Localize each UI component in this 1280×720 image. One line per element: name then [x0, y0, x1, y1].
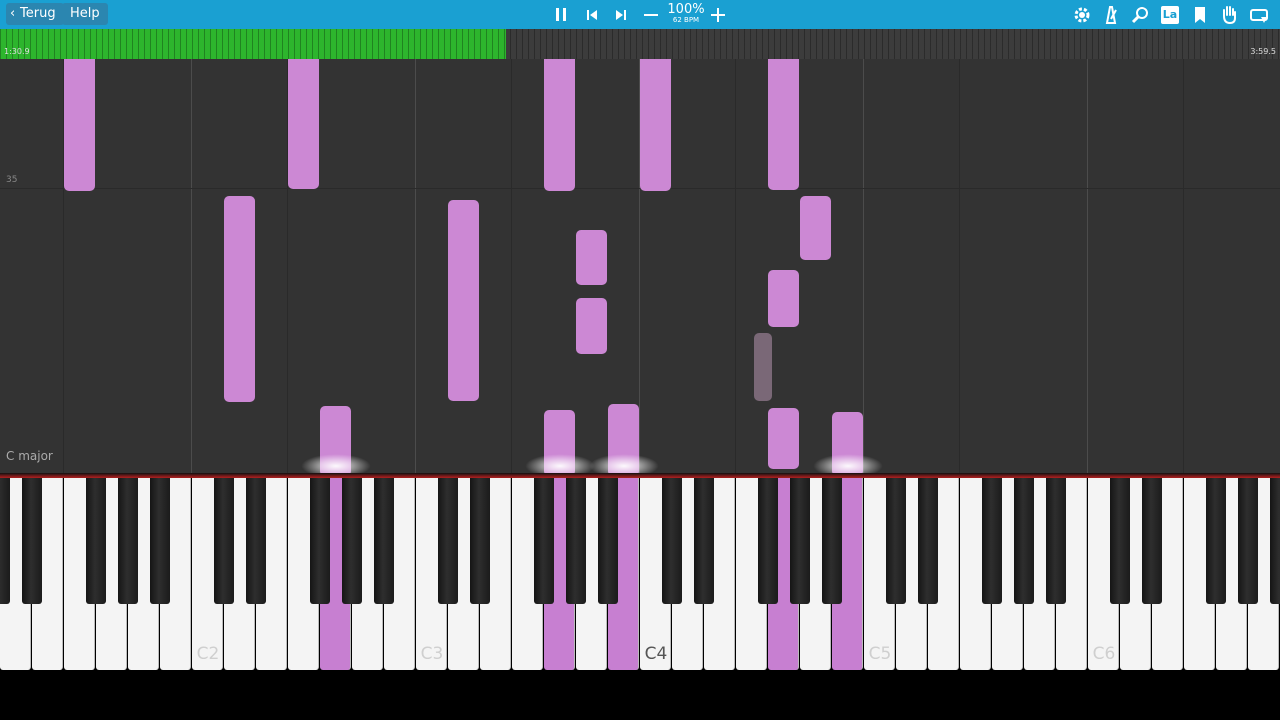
- black-key[interactable]: [662, 478, 682, 604]
- black-key[interactable]: [1110, 478, 1130, 604]
- black-key[interactable]: [982, 478, 1002, 604]
- black-key[interactable]: [86, 478, 106, 604]
- grid-line: [863, 59, 864, 473]
- help-button[interactable]: Help: [62, 3, 108, 25]
- black-key[interactable]: [438, 478, 458, 604]
- hand-icon[interactable]: [1218, 4, 1240, 26]
- key-signature: C major: [6, 449, 53, 463]
- progress-ticks: [0, 29, 1280, 59]
- skip-forward-icon[interactable]: [610, 4, 632, 26]
- grid-line: [191, 59, 192, 473]
- black-key[interactable]: [566, 478, 586, 604]
- falling-note: [448, 200, 479, 401]
- octave-label: C5: [868, 644, 892, 664]
- note-glow: [589, 454, 659, 473]
- falling-note: [768, 408, 799, 469]
- black-key[interactable]: [310, 478, 330, 604]
- note-glow: [301, 454, 371, 473]
- black-key[interactable]: [1142, 478, 1162, 604]
- falling-note: [224, 196, 255, 402]
- grid-line: [1087, 59, 1088, 473]
- black-key[interactable]: [374, 478, 394, 604]
- black-key[interactable]: [1046, 478, 1066, 604]
- total-time: 3:59.5: [1250, 47, 1276, 56]
- note-glow: [525, 454, 595, 473]
- magnifier-icon[interactable]: [1129, 4, 1151, 26]
- black-key[interactable]: [1014, 478, 1034, 604]
- tempo-percent: 100%: [667, 2, 705, 17]
- black-key[interactable]: [0, 478, 10, 604]
- black-key[interactable]: [918, 478, 938, 604]
- measure-number: 35: [6, 175, 18, 185]
- black-key[interactable]: [758, 478, 778, 604]
- black-key[interactable]: [598, 478, 618, 604]
- falling-note: [288, 59, 319, 189]
- falling-note: [544, 59, 575, 191]
- tempo-bpm: 62 BPM: [672, 16, 700, 24]
- falling-note: [768, 270, 799, 327]
- label-icon[interactable]: La: [1159, 4, 1181, 26]
- black-key[interactable]: [246, 478, 266, 604]
- black-key[interactable]: [1238, 478, 1258, 604]
- falling-note: [64, 59, 95, 191]
- falling-note: [576, 298, 607, 354]
- grid-line: [511, 59, 512, 473]
- back-label: Terug: [20, 6, 56, 21]
- black-key[interactable]: [1206, 478, 1226, 604]
- minus-icon[interactable]: [640, 4, 662, 26]
- current-time: 1:30.9: [4, 47, 30, 56]
- loop-icon[interactable]: [1248, 4, 1270, 26]
- black-key[interactable]: [150, 478, 170, 604]
- plus-icon[interactable]: [707, 4, 729, 26]
- octave-label: C2: [196, 644, 220, 664]
- back-button[interactable]: ‹ Terug: [6, 3, 64, 25]
- black-key[interactable]: [1270, 478, 1280, 604]
- bookmark-icon[interactable]: [1189, 4, 1211, 26]
- grid-line: [735, 59, 736, 473]
- black-key[interactable]: [790, 478, 810, 604]
- falling-note: [576, 230, 607, 285]
- grid-line: [1183, 59, 1184, 473]
- octave-label: C6: [1092, 644, 1116, 664]
- black-key[interactable]: [214, 478, 234, 604]
- falling-note: [800, 196, 831, 260]
- label-icon-text: La: [1162, 8, 1178, 21]
- chevron-left-icon: ‹: [10, 6, 16, 21]
- toolbar: ‹ Terug Help 100% 62 BPM La: [0, 0, 1280, 29]
- grid-line: [959, 59, 960, 473]
- bottom-bar: [0, 670, 1280, 720]
- falling-note: [640, 59, 671, 191]
- progress-bar[interactable]: 1:30.9 3:59.5: [0, 29, 1280, 59]
- black-key[interactable]: [118, 478, 138, 604]
- metronome-icon[interactable]: [1100, 4, 1122, 26]
- black-key[interactable]: [470, 478, 490, 604]
- black-key[interactable]: [822, 478, 842, 604]
- tempo-display: 100% 62 BPM: [664, 3, 708, 27]
- octave-label: C3: [420, 644, 444, 664]
- gear-icon[interactable]: [1071, 4, 1093, 26]
- falling-note: [768, 59, 799, 190]
- note-glow: [813, 454, 883, 473]
- pause-icon[interactable]: [550, 4, 572, 26]
- black-key[interactable]: [534, 478, 554, 604]
- black-key[interactable]: [886, 478, 906, 604]
- octave-label: C4: [644, 644, 668, 664]
- black-key[interactable]: [694, 478, 714, 604]
- falling-note: [754, 333, 772, 401]
- black-key[interactable]: [22, 478, 42, 604]
- grid-line: [415, 59, 416, 473]
- skip-back-icon[interactable]: [581, 4, 603, 26]
- black-key[interactable]: [342, 478, 362, 604]
- piano-roll: 35 C major: [0, 59, 1280, 473]
